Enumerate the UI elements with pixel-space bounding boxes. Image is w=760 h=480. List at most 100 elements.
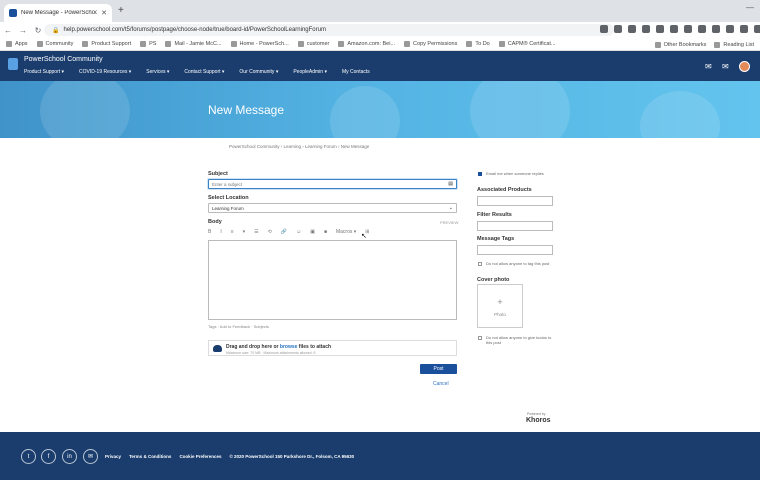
location-select[interactable]: Learning Forum ⌄: [208, 203, 457, 213]
back-icon[interactable]: ←: [4, 26, 12, 35]
bookmark-item[interactable]: To Do: [466, 41, 490, 47]
bookmark-item[interactable]: CAPM® Certificat...: [498, 41, 556, 47]
reading-list-icon: [714, 41, 721, 48]
messages-icon[interactable]: ✉: [722, 62, 731, 71]
italic-icon[interactable]: I: [220, 229, 221, 235]
avatar[interactable]: [739, 61, 750, 72]
bookmark-item[interactable]: Apps: [6, 41, 28, 47]
bold-icon[interactable]: B: [208, 229, 211, 235]
new-tab-icon[interactable]: +: [118, 5, 124, 16]
menu-contact-support[interactable]: Contact Support ▾: [184, 69, 224, 75]
amazon-icon: [338, 41, 345, 47]
macros-dropdown[interactable]: Macros ▾: [336, 229, 356, 235]
message-tags-input[interactable]: [477, 245, 553, 255]
twitter-icon[interactable]: t: [21, 449, 36, 464]
cover-photo-label: Cover photo: [477, 277, 510, 283]
list-icon[interactable]: ☰: [254, 229, 258, 235]
tab-close-icon[interactable]: ✕: [101, 9, 107, 17]
search-icon[interactable]: [600, 25, 608, 33]
browser-tab[interactable]: New Message - PowerSchool ✕: [4, 4, 112, 22]
address-bar[interactable]: 🔒 help.powerschool.com/t5/forums/postpag…: [44, 24, 614, 36]
puzzle-icon[interactable]: [740, 25, 748, 33]
email-me-checkbox[interactable]: [478, 172, 482, 176]
hero-decoration: [330, 86, 400, 138]
location-label: Select Location: [208, 195, 249, 201]
no-tag-checkbox[interactable]: [478, 262, 482, 266]
plus-icon: +: [497, 297, 503, 307]
profile-icon[interactable]: [754, 25, 760, 33]
bookmark-item[interactable]: Copy Permissions: [404, 41, 457, 47]
menu-my-contacts[interactable]: My Contacts: [342, 69, 370, 75]
format-icon[interactable]: ⟲: [268, 229, 272, 235]
other-bookmarks[interactable]: Other Bookmarks: [654, 41, 706, 48]
forward-icon[interactable]: →: [19, 26, 27, 35]
filter-results-label: Filter Results: [477, 212, 512, 218]
menu-services[interactable]: Services ▾: [146, 69, 169, 75]
extension-icon[interactable]: [656, 25, 664, 33]
subject-label: Subject: [208, 171, 228, 177]
reading-list[interactable]: Reading List: [714, 41, 754, 48]
emoji-icon[interactable]: ☺: [296, 229, 301, 235]
bookmark-star-icon[interactable]: [614, 25, 622, 33]
extension-icon[interactable]: [670, 25, 678, 33]
breadcrumb[interactable]: PowerSchool Community › Learning › Learn…: [229, 144, 369, 149]
powerschool-favicon-icon: [9, 9, 17, 17]
preview-link[interactable]: PREVIEW: [440, 220, 458, 225]
message-tags-label: Message Tags: [477, 236, 515, 242]
bookmark-item[interactable]: customer: [297, 41, 329, 47]
no-kudos-checkbox[interactable]: [478, 336, 482, 340]
extension-icon[interactable]: [698, 25, 706, 33]
menu-our-community[interactable]: Our Community ▾: [239, 69, 278, 75]
cookie-preferences-link[interactable]: Cookie Preferences: [179, 454, 221, 459]
khoros-logo[interactable]: Khoros: [526, 417, 551, 424]
reload-icon[interactable]: ↻: [34, 26, 42, 35]
cover-photo-upload[interactable]: + Photo: [477, 284, 523, 328]
bookmark-item[interactable]: Product Support: [82, 41, 131, 47]
facebook-icon[interactable]: f: [41, 449, 56, 464]
subject-input[interactable]: Enter a subject ▤: [208, 179, 457, 189]
site-brand[interactable]: PowerSchool Community: [24, 56, 103, 63]
attachment-dropzone[interactable]: Drag and drop here or browse files to at…: [208, 340, 457, 356]
email-icon[interactable]: ✉: [83, 449, 98, 464]
notifications-icon[interactable]: ✉: [705, 62, 714, 71]
filter-results-input[interactable]: [477, 221, 553, 231]
powerschool-logo-icon[interactable]: [8, 58, 18, 70]
extension-icon[interactable]: [712, 25, 720, 33]
cancel-link[interactable]: Cancel: [433, 381, 449, 387]
associated-products-input[interactable]: [477, 196, 553, 206]
image-icon[interactable]: ▣: [310, 229, 315, 235]
bookmark-item[interactable]: Home - PowerSch...: [230, 41, 289, 47]
linkedin-icon[interactable]: in: [62, 449, 77, 464]
bookmark-icon: [36, 41, 43, 47]
bookmark-item[interactable]: Community: [36, 41, 73, 47]
align-icon[interactable]: ≡: [231, 229, 234, 235]
extension-icon[interactable]: [628, 25, 636, 33]
copyright: © 2020 PowerSchool 150 Parkshore Dr., Fo…: [229, 454, 355, 459]
bookmark-icon: [82, 41, 89, 47]
todo-icon: [466, 41, 473, 47]
chevron-down-icon[interactable]: ▾: [243, 229, 246, 235]
privacy-link[interactable]: Privacy: [105, 454, 121, 459]
video-icon[interactable]: ■: [324, 229, 327, 235]
email-me-label: Email me when someone replies: [486, 171, 544, 176]
editor-toolbar: B I ≡ ▾ ☰ ⟲ 🔗 ☺ ▣ ■ Macros ▾ ⊞: [208, 227, 378, 237]
browse-link[interactable]: browse: [280, 344, 298, 350]
post-button[interactable]: Post: [420, 364, 457, 374]
extension-icon[interactable]: [642, 25, 650, 33]
terms-link[interactable]: Terms & Conditions: [129, 454, 171, 459]
extension-icon[interactable]: [684, 25, 692, 33]
bookmark-item[interactable]: Mail - Jamie McC...: [165, 41, 222, 47]
photo-label: Photo: [494, 312, 506, 317]
field-icon: ▤: [448, 181, 453, 187]
window-controls-icon[interactable]: —: [746, 3, 754, 12]
menu-covid-resources[interactable]: COVID-19 Resources ▾: [79, 69, 131, 75]
extension-icon[interactable]: [726, 25, 734, 33]
body-editor[interactable]: [208, 240, 457, 320]
url-text: help.powerschool.com/t5/forums/postpage/…: [63, 27, 326, 33]
bookmark-item[interactable]: PS: [140, 41, 156, 47]
hero-decoration: [640, 91, 720, 138]
menu-peopleadmin[interactable]: PeopleAdmin ▾: [293, 69, 327, 75]
menu-product-support[interactable]: Product Support ▾: [24, 69, 64, 75]
bookmark-item[interactable]: Amazon.com: Bei...: [338, 41, 395, 47]
link-icon[interactable]: 🔗: [281, 229, 287, 235]
